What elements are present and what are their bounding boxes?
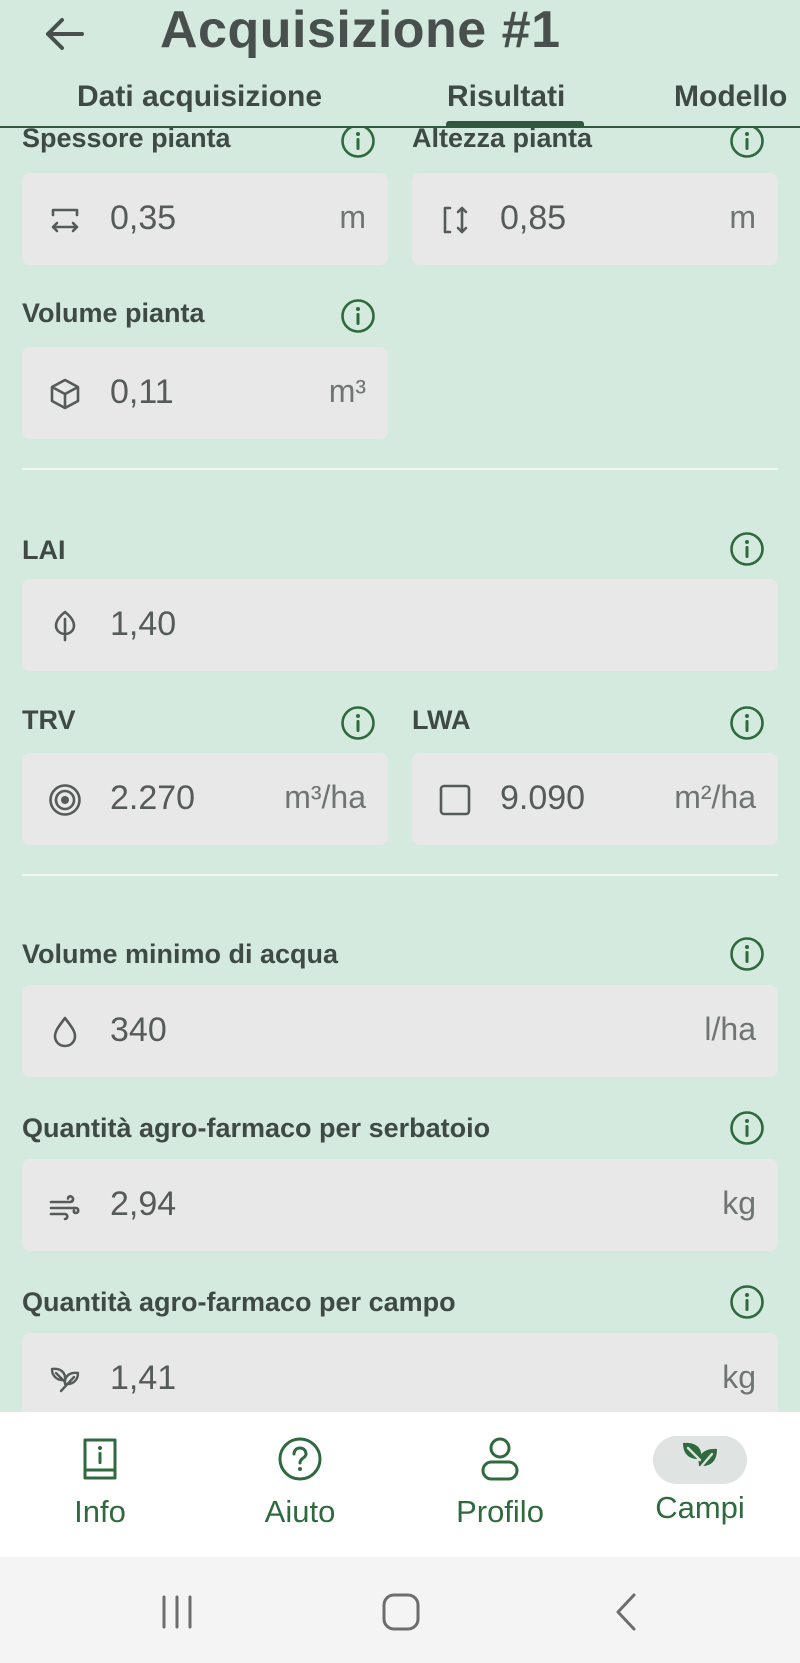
nav-item-info[interactable]: Info [0, 1412, 200, 1557]
info-icon[interactable] [729, 531, 765, 567]
info-icon[interactable] [729, 128, 765, 159]
qta-serbatoio-label: Quantità agro-farmaco per serbatoio [22, 1113, 491, 1143]
info-icon[interactable] [729, 705, 765, 741]
trv-unit: m³/ha [284, 779, 366, 815]
bottom-navigation: Info Aiuto Profilo Campi [0, 1412, 800, 1557]
volume-acqua-label: Volume minimo di acqua [22, 939, 339, 969]
volume-acqua-field: 340 l/ha [22, 985, 778, 1077]
trv-field: 2.270 m³/ha [22, 753, 388, 845]
square-icon [439, 784, 471, 816]
book-info-icon [83, 1438, 117, 1480]
info-icon[interactable] [340, 298, 376, 334]
lwa-field: 9.090 m²/ha [412, 753, 778, 845]
tab-modello[interactable]: Modello [674, 80, 787, 114]
water-drop-icon [53, 1016, 77, 1048]
help-circle-icon [278, 1437, 322, 1481]
section-divider [22, 468, 778, 470]
qta-serbatoio-value: 2,94 [110, 1185, 177, 1223]
results-content[interactable]: Spessore pianta 0,35 m Altezza pianta 0,… [0, 128, 800, 1412]
nav-label-info: Info [74, 1494, 126, 1529]
spessore-field: 0,35 m [22, 173, 388, 265]
qta-campo-field: 1,41 kg [22, 1333, 778, 1412]
trv-value: 2.270 [110, 779, 196, 817]
leaf-icon [54, 610, 76, 642]
volume-unit: m³ [328, 373, 366, 409]
volume-value: 0,11 [110, 373, 174, 411]
volume-acqua-value: 340 [110, 1011, 167, 1049]
spessore-unit: m [339, 199, 366, 235]
lwa-value: 9.090 [500, 779, 586, 817]
altezza-label: Altezza pianta [412, 128, 593, 153]
lai-label: LAI [22, 535, 66, 565]
back-nav-icon[interactable] [602, 1587, 652, 1637]
user-icon [481, 1437, 519, 1481]
qta-campo-label: Quantità agro-farmaco per campo [22, 1287, 456, 1317]
recent-apps-icon[interactable] [152, 1587, 202, 1637]
altezza-value: 0,85 [500, 199, 567, 237]
altezza-unit: m [729, 199, 756, 235]
info-icon[interactable] [729, 1284, 765, 1320]
qta-campo-value: 1,41 [110, 1359, 177, 1397]
info-icon[interactable] [729, 936, 765, 972]
nav-item-aiuto[interactable]: Aiuto [200, 1412, 400, 1557]
tab-bar: Dati acquisizione Risultati Modello [0, 72, 800, 128]
page-title: Acquisizione #1 [160, 1, 561, 59]
info-icon[interactable] [729, 1110, 765, 1146]
wind-icon [49, 1194, 80, 1221]
system-navigation-bar [0, 1557, 800, 1663]
nav-label-campi: Campi [655, 1490, 745, 1525]
spessore-label: Spessore pianta [22, 128, 231, 153]
qta-serbatoio-unit: kg [722, 1185, 756, 1221]
lwa-unit: m²/ha [674, 779, 756, 815]
volume-field: 0,11 m³ [22, 347, 388, 439]
horizontal-expand-icon [51, 208, 79, 233]
altezza-field: 0,85 m [412, 173, 778, 265]
section-divider [22, 874, 778, 876]
vertical-expand-icon [443, 206, 468, 234]
lai-field: 1,40 [22, 579, 778, 671]
target-icon [49, 784, 81, 816]
lai-value: 1,40 [110, 605, 177, 643]
nav-label-aiuto: Aiuto [264, 1494, 336, 1529]
nav-item-campi[interactable]: Campi [600, 1412, 800, 1557]
nav-item-profilo[interactable]: Profilo [400, 1412, 600, 1557]
info-icon[interactable] [340, 128, 376, 159]
leaf-badge-icon [683, 1442, 717, 1477]
volume-label: Volume pianta [22, 298, 205, 328]
info-icon[interactable] [340, 705, 376, 741]
tab-dati-acquisizione[interactable]: Dati acquisizione [77, 80, 322, 114]
trv-label: TRV [22, 705, 76, 735]
spessore-value: 0,35 [110, 199, 177, 237]
qta-campo-unit: kg [722, 1359, 756, 1395]
app-header: Acquisizione #1 Dati acquisizione Risult… [0, 0, 800, 128]
nav-label-profilo: Profilo [456, 1494, 544, 1529]
arrow-left-icon [46, 18, 84, 50]
volume-acqua-unit: l/ha [704, 1011, 756, 1047]
cube-icon [50, 378, 80, 410]
back-button[interactable] [36, 6, 92, 62]
qta-serbatoio-field: 2,94 kg [22, 1159, 778, 1251]
lwa-label: LWA [412, 705, 471, 735]
leaves-icon [50, 1367, 80, 1393]
home-icon[interactable] [376, 1587, 426, 1637]
tab-risultati[interactable]: Risultati [447, 80, 565, 114]
